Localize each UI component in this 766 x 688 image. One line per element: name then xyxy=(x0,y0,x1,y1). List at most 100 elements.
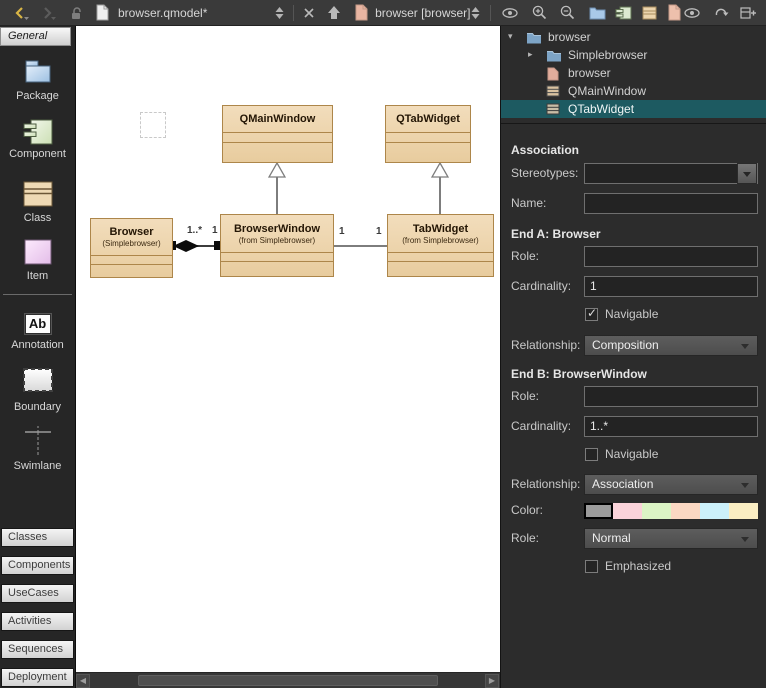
add-item-icon[interactable] xyxy=(667,4,682,21)
class-attributes xyxy=(223,133,332,143)
generalization-line[interactable] xyxy=(276,177,278,214)
add-component-icon[interactable] xyxy=(615,5,632,20)
end-b-relationship-combo[interactable]: Association xyxy=(584,474,758,495)
name-input[interactable] xyxy=(584,193,758,214)
color-swatch-peach[interactable] xyxy=(671,503,700,519)
end-b-role-input[interactable] xyxy=(584,386,758,407)
emphasized-checkbox[interactable] xyxy=(585,560,598,573)
color-swatch-gray[interactable] xyxy=(584,503,613,519)
diagram-tab-title[interactable]: browser [browser] xyxy=(375,6,470,20)
collapse-arrow-icon[interactable]: ▸ xyxy=(528,49,533,60)
class-subtitle: (Simplebrowser) xyxy=(102,239,160,248)
add-package-icon[interactable] xyxy=(589,5,606,20)
palette-section-components[interactable]: Components xyxy=(1,556,74,575)
sidebar-visibility-icon[interactable] xyxy=(682,5,702,21)
association-browserwindow-tabwidget[interactable] xyxy=(334,245,387,247)
inheritance-arrow-icon xyxy=(431,162,449,178)
tree-item-browser-root[interactable]: ▾ browser xyxy=(501,28,766,46)
color-swatch-cyan[interactable] xyxy=(700,503,729,519)
end-a-navigable-label: Navigable xyxy=(605,307,658,321)
end-a-relationship-combo[interactable]: Composition xyxy=(584,335,758,356)
name-label: Name: xyxy=(511,193,583,214)
scroll-right-button[interactable]: ▶ xyxy=(485,674,499,688)
palette-tab-general[interactable]: General xyxy=(0,27,71,46)
scroll-left-button[interactable]: ◀ xyxy=(76,674,90,688)
add-class-icon[interactable] xyxy=(641,5,658,20)
document-switch-spinner[interactable] xyxy=(274,5,285,21)
class-qmainwindow[interactable]: QMainWindow xyxy=(222,105,333,163)
class-tabwidget[interactable]: TabWidget (from Simplebrowser) xyxy=(387,214,494,277)
emphasized-label: Emphasized xyxy=(605,559,671,573)
visibility-icon[interactable] xyxy=(500,5,520,21)
end-a-navigable-row: Navigable xyxy=(585,307,658,321)
inheritance-arrow-icon xyxy=(268,162,286,178)
end-a-role-input[interactable] xyxy=(584,246,758,267)
end-b-cardinality-input[interactable]: 1..* xyxy=(584,416,758,437)
tool-component-label: Component xyxy=(0,148,75,160)
tool-package[interactable] xyxy=(0,58,75,91)
stereotypes-dropdown-button[interactable] xyxy=(737,163,757,184)
selection-marquee xyxy=(140,112,166,138)
class-attributes xyxy=(221,253,333,262)
zoom-out-icon[interactable] xyxy=(559,4,576,21)
color-swatch-strip xyxy=(584,503,758,519)
end-b-cardinality-label: Cardinality: xyxy=(511,416,583,437)
link-with-editor-icon[interactable] xyxy=(712,5,730,21)
class-browserwindow[interactable]: BrowserWindow (from Simplebrowser) xyxy=(220,214,334,277)
tree-item-simplebrowser[interactable]: ▸ Simplebrowser xyxy=(501,46,766,64)
end-a-cardinality-label: Cardinality: xyxy=(511,276,583,297)
end-a-navigable-checkbox[interactable] xyxy=(585,308,598,321)
diagram-switch-spinner[interactable] xyxy=(470,5,481,21)
style-role-combo[interactable]: Normal xyxy=(584,528,758,549)
class-browser[interactable]: Browser (Simplebrowser) xyxy=(90,218,173,278)
generalization-line[interactable] xyxy=(439,177,441,214)
parent-diagram-icon[interactable] xyxy=(326,5,342,20)
tool-component[interactable] xyxy=(0,118,75,151)
end-a-relationship-label: Relationship: xyxy=(511,335,583,356)
swimlane-icon xyxy=(21,425,55,457)
toolbar-separator xyxy=(293,5,294,21)
class-icon xyxy=(22,180,54,208)
close-document-icon[interactable] xyxy=(302,6,316,20)
palette-section-deployment[interactable]: Deployment xyxy=(1,668,74,687)
palette-section-classes[interactable]: Classes xyxy=(1,528,74,547)
palette-section-sequences[interactable]: Sequences xyxy=(1,640,74,659)
end-a-cardinality-input[interactable]: 1 xyxy=(584,276,758,297)
canvas-horizontal-scrollbar[interactable]: ◀ ▶ xyxy=(76,672,500,688)
palette-section-usecases[interactable]: UseCases xyxy=(1,584,74,603)
color-swatch-yellow[interactable] xyxy=(729,503,758,519)
color-swatch-pink[interactable] xyxy=(613,503,642,519)
document-tab-title[interactable]: browser.qmodel* xyxy=(118,6,274,20)
tool-item[interactable] xyxy=(0,238,75,271)
back-icon[interactable] xyxy=(12,5,30,21)
zoom-in-icon[interactable] xyxy=(531,4,548,21)
end-b-navigable-checkbox[interactable] xyxy=(585,448,598,461)
class-name: Browser (Simplebrowser) xyxy=(91,219,172,256)
lock-icon[interactable] xyxy=(68,5,84,21)
tool-class[interactable] xyxy=(0,180,75,213)
style-role-label: Role: xyxy=(511,528,583,549)
class-name: QTabWidget xyxy=(386,106,470,133)
diagram-canvas[interactable]: 1..* 1 1 1 QMainWindow QTabWidget Browse… xyxy=(76,26,500,688)
forward-icon[interactable] xyxy=(39,5,57,21)
class-qtabwidget[interactable]: QTabWidget xyxy=(385,105,471,163)
tool-boundary[interactable] xyxy=(0,366,75,399)
toolbar-separator xyxy=(490,5,491,21)
cardinality-label: 1..* xyxy=(187,225,202,236)
split-view-add-icon[interactable] xyxy=(740,5,757,21)
tool-annotation[interactable]: Ab xyxy=(0,313,75,335)
boundary-icon xyxy=(21,366,55,394)
expand-arrow-icon[interactable]: ▾ xyxy=(508,31,513,42)
cardinality-label: 1 xyxy=(339,226,345,237)
stereotypes-input[interactable] xyxy=(584,163,758,184)
tool-item-label: Item xyxy=(0,270,75,282)
scrollbar-thumb[interactable] xyxy=(138,675,438,686)
class-name: BrowserWindow (from Simplebrowser) xyxy=(221,215,333,253)
tool-swimlane[interactable] xyxy=(0,425,75,462)
tree-item-qtabwidget[interactable]: QTabWidget xyxy=(501,100,766,118)
color-swatch-green[interactable] xyxy=(642,503,671,519)
tree-item-browser-diagram[interactable]: browser xyxy=(501,64,766,82)
tree-item-qmainwindow[interactable]: QMainWindow xyxy=(501,82,766,100)
toolbar: browser.qmodel* browser [browser] xyxy=(0,0,766,26)
palette-section-activities[interactable]: Activities xyxy=(1,612,74,631)
